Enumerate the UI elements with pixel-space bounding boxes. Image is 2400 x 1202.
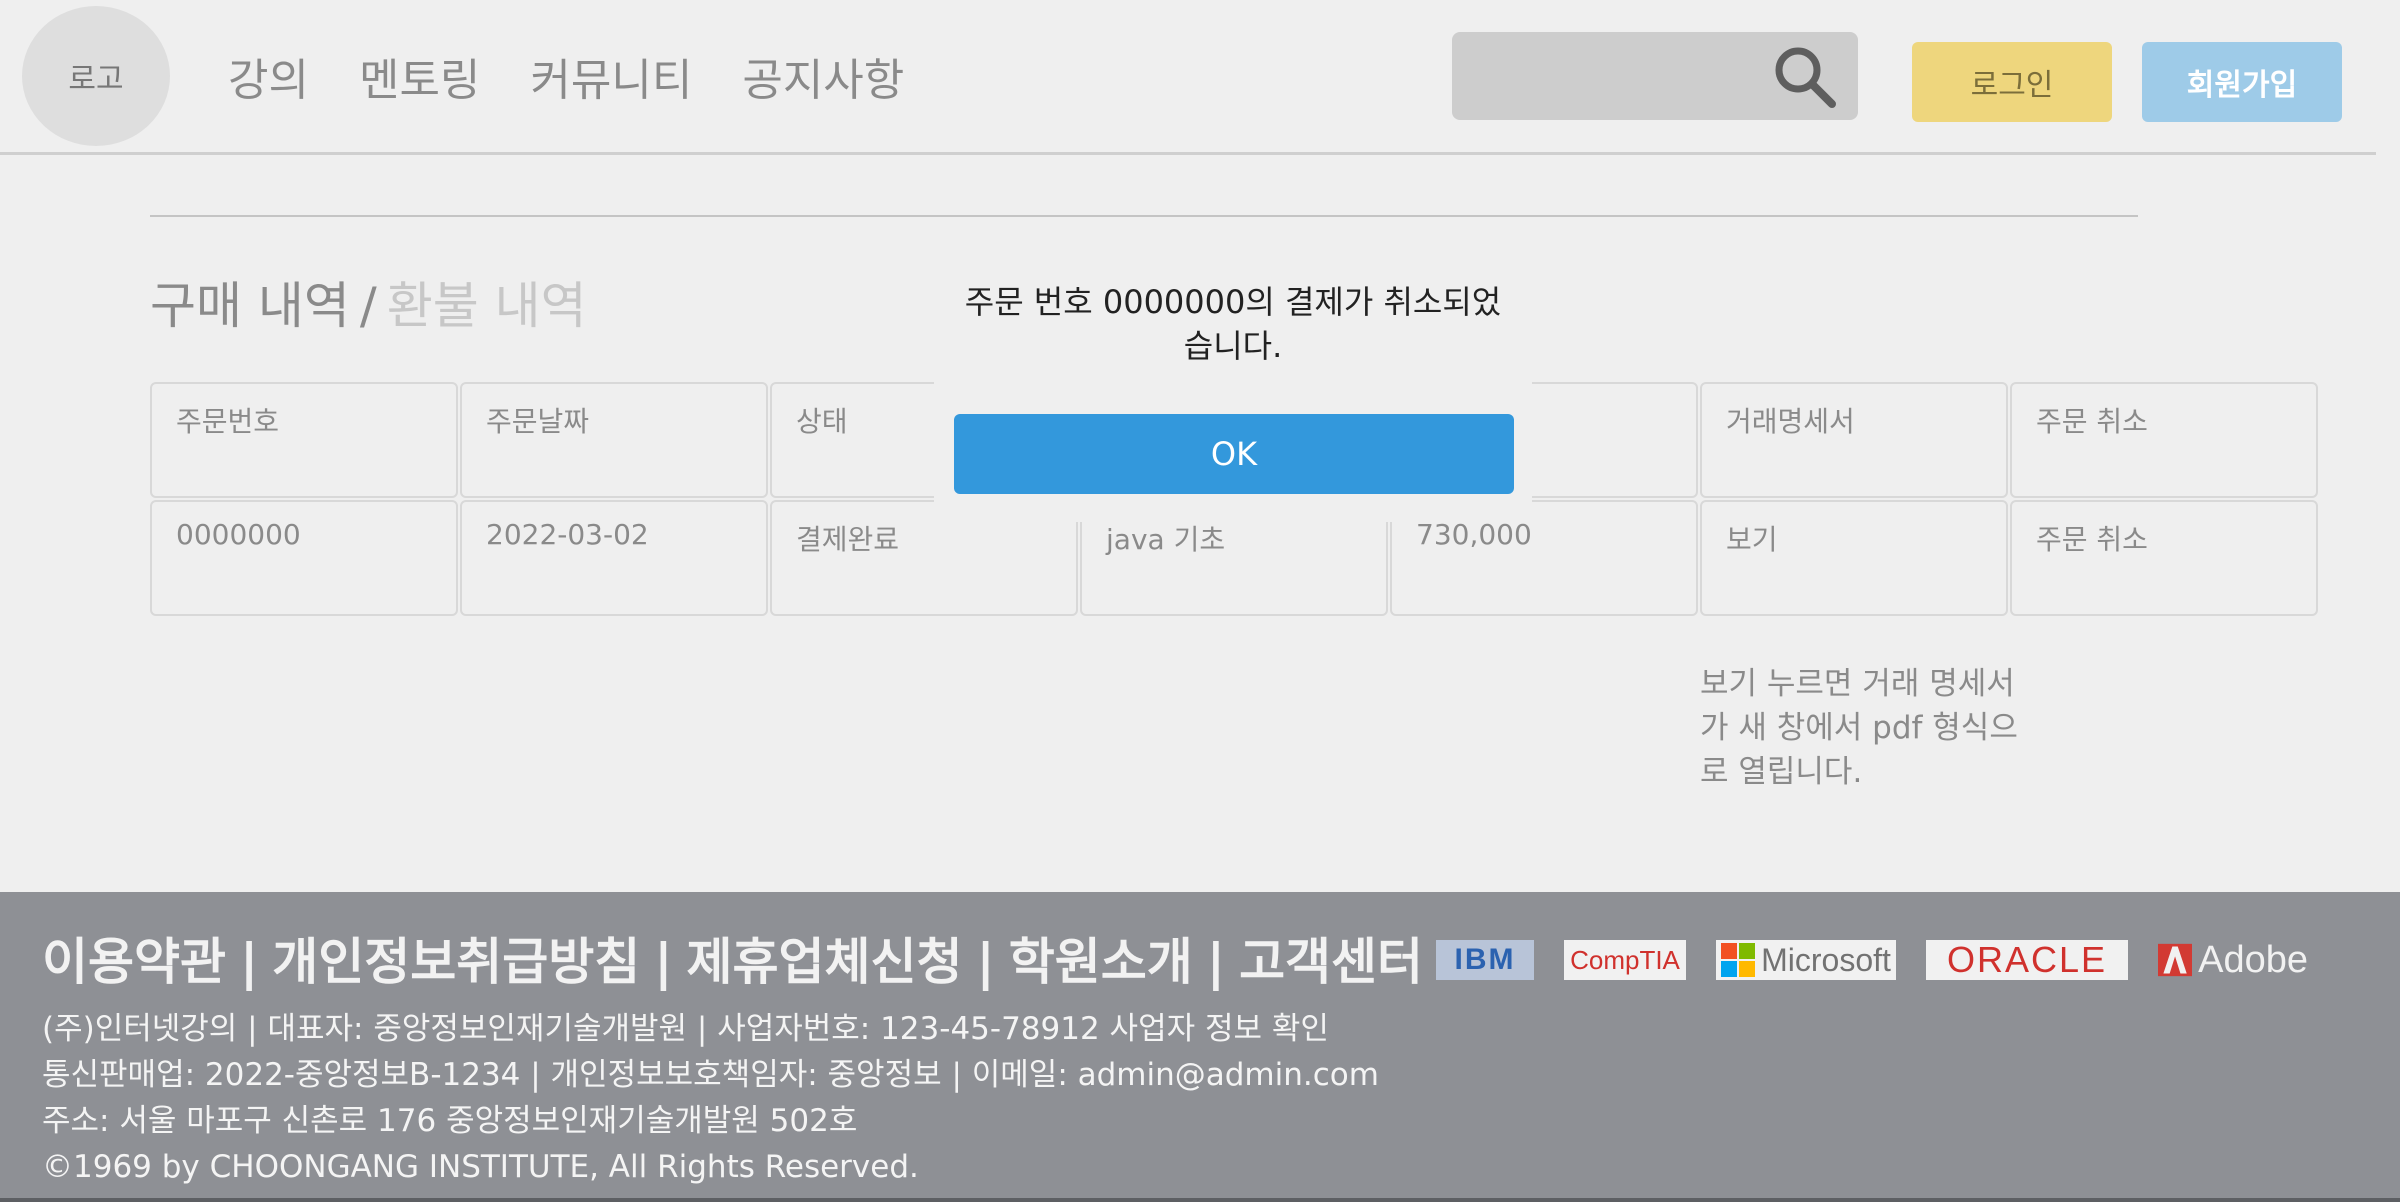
site-header: 로고 강의 멘토링 커뮤니티 공지사항 로그인 회원가입 (0, 0, 2376, 155)
microsoft-icon (1721, 943, 1756, 977)
cancel-order-button[interactable]: 주문 취소 (2010, 500, 2318, 616)
view-invoice-link[interactable]: 보기 (1700, 500, 2008, 616)
alert-dialog: 주문 번호 0000000의 결제가 취소되었습니다. OK (934, 240, 1532, 522)
adobe-logo-text: Adobe (2198, 938, 2308, 981)
logo[interactable]: 로고 (22, 6, 170, 146)
cell-order-date: 2022-03-02 (460, 500, 768, 616)
oracle-logo: ORACLE (1926, 939, 2128, 980)
header-order-date: 주문날짜 (460, 382, 768, 498)
site-footer: 이용약관 | 개인정보취급방침 | 제휴업체신청 | 학원소개 | 고객센터 IBM CompT… (0, 892, 2400, 1202)
nav-item-mentoring[interactable]: 멘토링 (359, 44, 480, 108)
microsoft-logo-text: Microsoft (1761, 941, 1891, 978)
main-nav: 강의 멘토링 커뮤니티 공지사항 (228, 44, 904, 108)
nav-item-community[interactable]: 커뮤니티 (530, 44, 692, 108)
footer-link-terms[interactable]: 이용약관 (42, 933, 226, 991)
login-button[interactable]: 로그인 (1912, 42, 2112, 122)
footer-link-support[interactable]: 고객센터 (1239, 933, 1423, 991)
copyright: ©1969 by CHOONGANG INSTITUTE, All Rights… (42, 1149, 919, 1185)
company-info: (주)인터넷강의 | 대표자: 중앙정보인재기술개발원 | 사업자번호: 123… (42, 1006, 1379, 1190)
tab-separator: / (359, 277, 377, 335)
footer-link-about[interactable]: 학원소개 (1009, 933, 1193, 991)
footer-link-privacy[interactable]: 개인정보취급방침 (272, 933, 640, 991)
tab-purchase-history[interactable]: 구매 내역 (150, 277, 350, 335)
adobe-logo: Adobe (2158, 938, 2308, 981)
ibm-logo: IBM (1436, 940, 1534, 980)
divider (150, 215, 2138, 217)
section-title: 구매 내역 / 환불 내역 (150, 266, 587, 338)
nav-item-lectures[interactable]: 강의 (228, 44, 309, 108)
search-input[interactable] (1452, 32, 1858, 120)
company-info-line: (주)인터넷강의 | 대표자: 중앙정보인재기술개발원 | 사업자번호: 123… (42, 1011, 1329, 1047)
header-cancel: 주문 취소 (2010, 382, 2318, 498)
adobe-icon (2158, 943, 2193, 977)
footer-link-partnership[interactable]: 제휴업체신청 (687, 933, 963, 991)
company-address: 주소: 서울 마포구 신촌로 176 중앙정보인재기술개발원 502호 (42, 1103, 858, 1139)
signup-button[interactable]: 회원가입 (2142, 42, 2342, 122)
company-info-line: 통신판매업: 2022-중앙정보B-1234 | 개인정보보호책임자: 중앙정보… (42, 1057, 1379, 1093)
comptia-logo: CompTIA (1564, 940, 1686, 980)
partner-logos: IBM CompTIA Microsoft ORACLE Adobe (1436, 936, 2308, 984)
header-invoice: 거래명세서 (1700, 382, 2008, 498)
footer-links: 이용약관 | 개인정보취급방침 | 제휴업체신청 | 학원소개 | 고객센터 (42, 933, 1424, 991)
invoice-note: 보기 누르면 거래 명세서가 새 창에서 pdf 형식으로 열립니다. (1700, 666, 2018, 790)
dialog-message: 주문 번호 0000000의 결제가 취소되었습니다. (964, 283, 1502, 365)
ok-button[interactable]: OK (954, 414, 1514, 494)
tab-refund-history[interactable]: 환불 내역 (387, 277, 587, 335)
cell-order-number: 0000000 (150, 500, 458, 616)
search-icon[interactable] (1770, 42, 1840, 112)
header-order-number: 주문번호 (150, 382, 458, 498)
microsoft-logo: Microsoft (1716, 940, 1896, 980)
nav-item-notices[interactable]: 공지사항 (742, 44, 904, 108)
